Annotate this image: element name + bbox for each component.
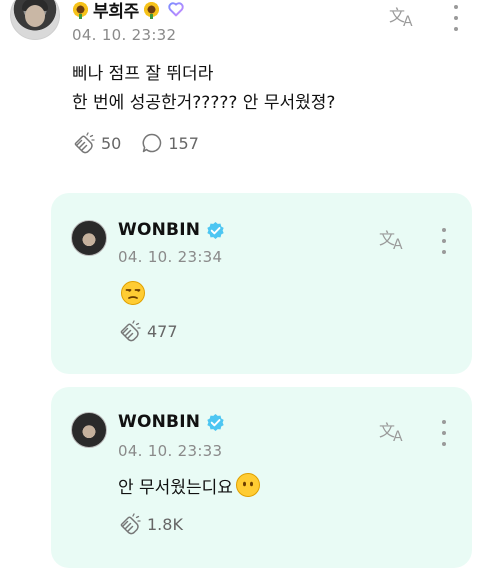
no-mouth-face-emoji-icon <box>235 473 260 497</box>
verified-badge-icon <box>207 413 224 431</box>
fan-timestamp: 04. 10. 23:32 <box>72 26 177 44</box>
fan-username[interactable]: 부희주 <box>93 0 139 22</box>
fan-comment-count: 157 <box>168 133 199 153</box>
artist-username[interactable]: WONBIN <box>118 412 200 432</box>
heart-icon <box>168 2 184 17</box>
kebab-menu-icon[interactable] <box>441 228 447 254</box>
reply-timestamp: 04. 10. 23:33 <box>118 442 223 460</box>
reply-timestamp: 04. 10. 23:34 <box>118 248 223 266</box>
artist-username[interactable]: WONBIN <box>118 220 200 240</box>
artist-community-thread: 부희주 04. 10. 23:32 文 A 삐나 점프 잘 뛰더라 한 번에 성… <box>0 0 486 578</box>
sunflower-icon <box>72 0 89 19</box>
reply-name-row: WONBIN <box>118 220 225 240</box>
svg-text:A: A <box>403 14 413 28</box>
artist-avatar[interactable] <box>71 220 107 256</box>
clap-icon <box>74 132 95 154</box>
reply-like-count: 1.8K <box>147 514 183 534</box>
kebab-menu-icon[interactable] <box>453 5 459 31</box>
like-button[interactable]: 1.8K <box>118 513 183 535</box>
svg-text:A: A <box>393 237 403 251</box>
reply-text: 안 무서웠는디요 <box>118 477 233 498</box>
reply-body: 안 무서웠는디요 <box>118 472 261 498</box>
reply-like-count: 477 <box>147 321 178 341</box>
comment-bubble-icon <box>142 133 162 153</box>
reply-stats-row: 477 <box>118 320 198 342</box>
reply-name-row: WONBIN <box>118 412 225 432</box>
sunflower-icon <box>143 0 161 19</box>
fan-post-body: 삐나 점프 잘 뛰더라 한 번에 성공한거????? 안 무서웠졍? <box>72 64 336 113</box>
translate-icon[interactable]: 文 A <box>379 227 409 251</box>
translate-icon[interactable]: 文 A <box>389 4 419 28</box>
clap-icon <box>120 320 141 342</box>
kebab-menu-icon[interactable] <box>441 420 447 446</box>
fan-avatar[interactable] <box>10 0 60 40</box>
artist-reply-card: WONBIN 04. 10. 23:34 文 A 477 <box>51 193 472 374</box>
like-button[interactable]: 50 <box>72 132 121 154</box>
svg-text:A: A <box>393 429 403 443</box>
clap-icon <box>120 513 141 535</box>
avatar-face <box>25 5 45 27</box>
fan-like-count: 50 <box>101 133 122 153</box>
translate-icon[interactable]: 文 A <box>379 419 409 443</box>
like-button[interactable]: 477 <box>118 320 178 342</box>
artist-avatar[interactable] <box>71 412 107 448</box>
verified-badge-icon <box>207 221 224 239</box>
unamused-face-emoji-icon <box>121 281 145 305</box>
comment-button[interactable]: 157 <box>141 132 199 154</box>
reply-body <box>118 280 146 306</box>
fan-name-row: 부희주 <box>72 0 185 22</box>
artist-reply-card: WONBIN 04. 10. 23:33 文 A 안 무서웠는디요 1.8K <box>51 387 472 568</box>
reply-stats-row: 1.8K <box>118 513 203 535</box>
fan-stats-row: 50 157 <box>72 132 219 154</box>
